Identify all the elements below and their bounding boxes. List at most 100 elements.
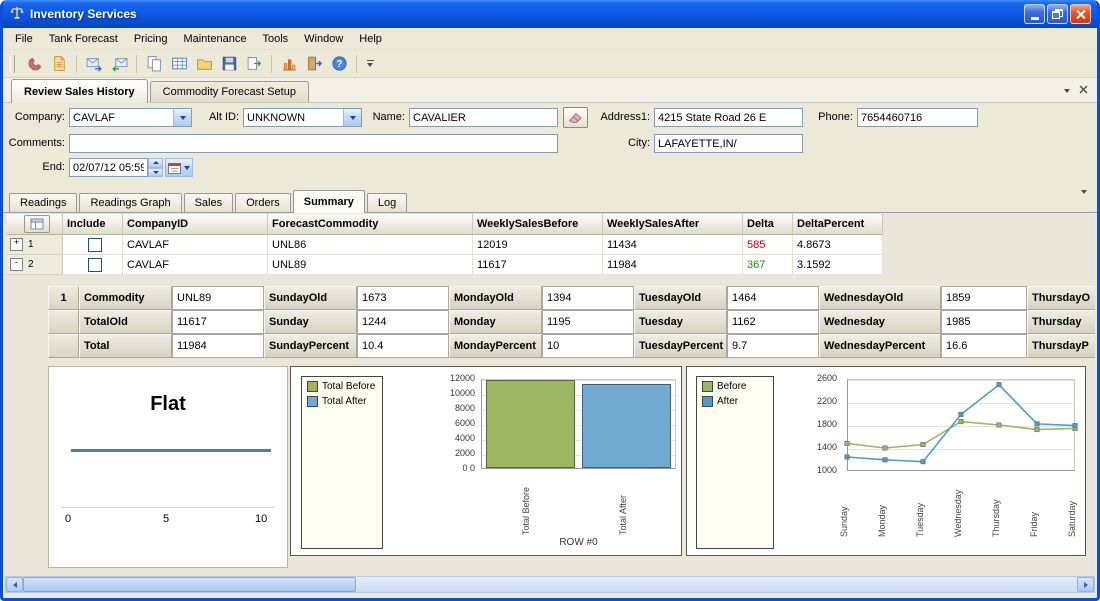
phone-icon[interactable] bbox=[23, 53, 45, 75]
detail-value[interactable]: 1394 bbox=[542, 286, 634, 310]
detail-value[interactable]: 11984 bbox=[172, 334, 264, 358]
toolbar-separator bbox=[356, 55, 357, 73]
detail-value[interactable]: 9.7 bbox=[727, 334, 819, 358]
expand-row-button[interactable]: + bbox=[10, 238, 23, 251]
window-title: Inventory Services bbox=[30, 7, 1024, 21]
company-combo[interactable] bbox=[69, 108, 192, 127]
chart-icon[interactable] bbox=[278, 53, 300, 75]
include-checkbox[interactable] bbox=[88, 238, 102, 252]
tab-review-sales-history[interactable]: Review Sales History bbox=[11, 79, 148, 103]
collapse-row-button[interactable]: - bbox=[10, 258, 23, 271]
address1-field[interactable] bbox=[654, 108, 803, 127]
cell-delta[interactable]: 585 bbox=[743, 235, 793, 255]
detail-value[interactable]: 10 bbox=[542, 334, 634, 358]
alt-id-input[interactable] bbox=[244, 109, 343, 126]
tab-orders[interactable]: Orders bbox=[235, 193, 291, 212]
cell-deltapercent[interactable]: 3.1592 bbox=[793, 255, 883, 275]
tab-readings[interactable]: Readings bbox=[9, 193, 77, 212]
mail-send-icon[interactable] bbox=[83, 53, 105, 75]
spin-up-button[interactable] bbox=[148, 158, 163, 168]
mail-receive-icon[interactable] bbox=[108, 53, 130, 75]
detail-value[interactable]: 1859 bbox=[941, 286, 1027, 310]
detail-value[interactable]: 16.6 bbox=[941, 334, 1027, 358]
column-header-weeklysalesafter[interactable]: WeeklySalesAfter bbox=[603, 213, 743, 235]
cell-weeklysalesbefore[interactable]: 12019 bbox=[473, 235, 603, 255]
column-header-companyid[interactable]: CompanyID bbox=[123, 213, 268, 235]
scroll-right-button[interactable] bbox=[1077, 577, 1094, 592]
menu-pricing[interactable]: Pricing bbox=[126, 30, 176, 48]
cell-companyid[interactable]: CAVLAF bbox=[123, 255, 268, 275]
cell-weeklysalesafter[interactable]: 11434 bbox=[603, 235, 743, 255]
cell-weeklysalesafter[interactable]: 11984 bbox=[603, 255, 743, 275]
detail-value[interactable]: 1464 bbox=[727, 286, 819, 310]
exit-icon[interactable] bbox=[303, 53, 325, 75]
detail-value[interactable]: 10.4 bbox=[357, 334, 449, 358]
save-icon[interactable] bbox=[218, 53, 240, 75]
table-icon[interactable] bbox=[168, 53, 190, 75]
restore-button[interactable] bbox=[1047, 4, 1068, 24]
tab-readings-graph[interactable]: Readings Graph bbox=[79, 193, 181, 212]
company-input[interactable] bbox=[70, 109, 173, 126]
cell-forecastcommodity[interactable]: UNL89 bbox=[268, 255, 473, 275]
minimize-button[interactable] bbox=[1024, 4, 1045, 24]
column-header-delta[interactable]: Delta bbox=[743, 213, 793, 235]
titlebar[interactable]: Inventory Services bbox=[3, 0, 1097, 28]
tab-log[interactable]: Log bbox=[367, 193, 407, 212]
tab-commodity-forecast-setup[interactable]: Commodity Forecast Setup bbox=[150, 81, 309, 102]
menu-tools[interactable]: Tools bbox=[254, 30, 296, 48]
grid-corner-header[interactable] bbox=[7, 213, 63, 235]
calendar-dropdown-button[interactable] bbox=[165, 158, 193, 177]
menu-window[interactable]: Window bbox=[296, 30, 351, 48]
column-header-weeklysalesbefore[interactable]: WeeklySalesBefore bbox=[473, 213, 603, 235]
detail-value[interactable]: UNL89 bbox=[172, 286, 264, 310]
tab-overflow-dropdown-icon[interactable] bbox=[1081, 190, 1087, 206]
tab-label: Orders bbox=[246, 197, 280, 209]
detail-value[interactable]: 1195 bbox=[542, 310, 634, 334]
spin-down-button[interactable] bbox=[148, 168, 163, 178]
folder-icon[interactable] bbox=[193, 53, 215, 75]
cell-weeklysalesbefore[interactable]: 11617 bbox=[473, 255, 603, 275]
tab-summary[interactable]: Summary bbox=[293, 190, 365, 213]
detail-value[interactable]: 11617 bbox=[172, 310, 264, 334]
report-icon[interactable] bbox=[48, 53, 70, 75]
scroll-left-button[interactable] bbox=[6, 577, 23, 592]
cell-delta[interactable]: 367 bbox=[743, 255, 793, 275]
detail-value[interactable]: 1244 bbox=[357, 310, 449, 334]
table-row[interactable]: +1 CAVLAF UNL86 12019 11434 585 4.8673 bbox=[7, 235, 883, 255]
tab-close-icon[interactable] bbox=[1079, 85, 1088, 97]
detail-value[interactable]: 1673 bbox=[357, 286, 449, 310]
cell-companyid[interactable]: CAVLAF bbox=[123, 235, 268, 255]
detail-value[interactable]: 1162 bbox=[727, 310, 819, 334]
menu-tank-forecast[interactable]: Tank Forecast bbox=[41, 30, 126, 48]
phone-field[interactable] bbox=[857, 108, 978, 127]
detail-value[interactable]: 1985 bbox=[941, 310, 1027, 334]
horizontal-scrollbar[interactable] bbox=[5, 576, 1095, 593]
tab-list-dropdown-icon[interactable] bbox=[1064, 89, 1070, 93]
menu-maintenance[interactable]: Maintenance bbox=[175, 30, 254, 48]
toolbar-overflow-button[interactable] bbox=[363, 53, 377, 75]
column-header-deltapercent[interactable]: DeltaPercent bbox=[793, 213, 883, 235]
cell-forecastcommodity[interactable]: UNL86 bbox=[268, 235, 473, 255]
column-header-include[interactable]: Include bbox=[63, 213, 123, 235]
scrollbar-thumb[interactable] bbox=[23, 577, 356, 592]
detail-label: TuesdayPercent bbox=[634, 334, 727, 358]
export-icon[interactable] bbox=[243, 53, 265, 75]
city-field[interactable] bbox=[654, 134, 803, 153]
comments-field[interactable] bbox=[69, 134, 558, 153]
alt-id-dropdown-button[interactable] bbox=[343, 109, 361, 126]
alt-id-combo[interactable] bbox=[243, 108, 362, 127]
column-header-forecastcommodity[interactable]: ForecastCommodity bbox=[268, 213, 473, 235]
cell-deltapercent[interactable]: 4.8673 bbox=[793, 235, 883, 255]
help-icon[interactable]: ? bbox=[328, 53, 350, 75]
tab-sales[interactable]: Sales bbox=[184, 193, 234, 212]
end-datetime-field[interactable] bbox=[69, 158, 148, 177]
copy-icon[interactable] bbox=[143, 53, 165, 75]
name-field[interactable] bbox=[409, 108, 558, 127]
close-button[interactable] bbox=[1070, 4, 1091, 24]
table-row[interactable]: -2 CAVLAF UNL89 11617 11984 367 3.1592 bbox=[7, 255, 883, 275]
menu-file[interactable]: File bbox=[7, 30, 41, 48]
clear-button[interactable] bbox=[563, 107, 588, 128]
menu-help[interactable]: Help bbox=[351, 30, 390, 48]
include-checkbox[interactable] bbox=[88, 258, 102, 272]
company-dropdown-button[interactable] bbox=[173, 109, 191, 126]
